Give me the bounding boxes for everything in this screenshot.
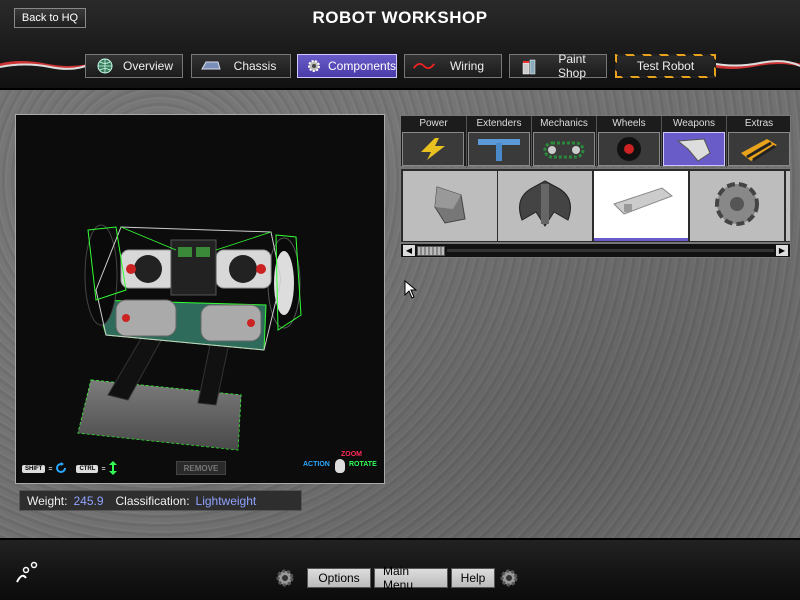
category-wheels[interactable]: Wheels (596, 116, 661, 168)
classification-value: Lightweight (195, 493, 257, 508)
spinner-disc-icon (710, 177, 764, 236)
wheel-icon (598, 132, 660, 166)
rotate-icon (55, 462, 67, 476)
mouse-icon (335, 459, 345, 473)
equals-sign-2: = (101, 465, 106, 473)
cable-decoration-left (0, 61, 90, 70)
lightning-icon (402, 132, 464, 166)
logo-icon (16, 561, 38, 583)
hazard-icon (728, 132, 790, 166)
tab-test-robot-label: Test Robot (636, 59, 695, 73)
flipper-plate-icon (606, 182, 676, 227)
scroll-thumb[interactable] (417, 246, 445, 256)
wire-icon (413, 58, 435, 74)
category-extenders-label: Extenders (476, 118, 522, 129)
gear-icon (274, 567, 296, 589)
category-extenders[interactable]: Extenders (466, 116, 531, 168)
page-title: ROBOT WORKSHOP (312, 8, 488, 27)
category-mechanics-label: Mechanics (540, 118, 588, 129)
category-weapons-label: Weapons (672, 118, 716, 129)
gear-icon (498, 567, 520, 589)
paint-can-icon (518, 58, 540, 75)
scroll-left-arrow-icon[interactable]: ◀ (403, 245, 415, 256)
tab-test-robot[interactable]: Test Robot (615, 54, 716, 78)
gear-icon (306, 58, 322, 74)
scroll-right-arrow-icon[interactable]: ▶ (776, 245, 788, 256)
weight-label: Weight: (27, 493, 68, 508)
tab-components[interactable]: Components (297, 54, 397, 78)
main-menu-button[interactable]: Main Menu (374, 564, 448, 592)
scroll-track[interactable] (447, 249, 774, 252)
ctrl-key-badge: CTRL (76, 465, 99, 473)
tab-paint-shop-label: Paint Shop (557, 52, 587, 80)
category-extras-label: Extras (744, 118, 774, 129)
chain-icon (533, 132, 595, 166)
component-category-bar: Power Extenders Mechanics Wheels Weapons… (400, 115, 791, 168)
options-button[interactable]: Options (307, 568, 371, 588)
robot-model (77, 224, 302, 451)
mouse-controls-hint: ZOOM ACTION ROTATE (301, 451, 383, 477)
category-extras[interactable]: Extras (726, 116, 791, 168)
tab-components-label: Components (328, 59, 397, 73)
mouse-action-label: ACTION (303, 461, 330, 468)
axe-blade-icon (510, 176, 580, 236)
tab-paint-shop[interactable]: Paint Shop (509, 52, 607, 80)
classification-label: Classification: (115, 493, 190, 508)
tab-overview[interactable]: Overview (85, 54, 183, 78)
part-item-selected[interactable] (594, 171, 688, 241)
globe-icon (94, 58, 116, 74)
category-power[interactable]: Power (401, 116, 466, 168)
robot-status-bar: Weight: 245.9 Classification: Lightweigh… (19, 490, 302, 511)
part-item[interactable] (498, 171, 592, 241)
tab-overview-label: Overview (122, 59, 173, 73)
blade-icon (663, 132, 725, 166)
help-button[interactable]: Help (451, 568, 495, 588)
category-wheels-label: Wheels (612, 118, 646, 129)
part-item-partial[interactable] (786, 171, 790, 241)
part-item[interactable] (403, 171, 497, 241)
equals-sign: = (48, 465, 53, 473)
category-weapons[interactable]: Weapons (661, 116, 726, 168)
cable-decoration-right (710, 60, 800, 69)
rotate-hint: SHIFT = CTRL = (22, 461, 117, 477)
tab-wiring[interactable]: Wiring (404, 54, 502, 78)
tab-wiring-label: Wiring (449, 59, 484, 73)
remove-component-button[interactable]: REMOVE (176, 461, 226, 475)
category-power-label: Power (419, 118, 448, 129)
part-item[interactable] (690, 171, 784, 241)
mouse-pointer-icon (404, 280, 418, 299)
category-mechanics[interactable]: Mechanics (531, 116, 596, 168)
vertical-move-icon (108, 461, 117, 477)
mouse-zoom-label: ZOOM (341, 451, 362, 458)
mouse-rotate-label: ROTATE (349, 461, 377, 468)
wedge-blade-icon (425, 179, 475, 234)
shift-key-badge: SHIFT (22, 465, 46, 473)
extender-icon (468, 132, 530, 166)
chassis-icon (200, 58, 222, 74)
parts-list (400, 168, 791, 243)
tab-chassis-label: Chassis (233, 59, 277, 73)
weight-value: 245.9 (73, 493, 104, 508)
bottom-menu-group: Options Main Menu Help (274, 564, 526, 592)
robot-3d-viewport[interactable]: SHIFT = CTRL = REMOVE ZOOM ACTION ROTATE (15, 114, 385, 484)
tab-chassis[interactable]: Chassis (191, 54, 291, 78)
parts-scrollbar[interactable]: ◀ ▶ (400, 243, 791, 258)
